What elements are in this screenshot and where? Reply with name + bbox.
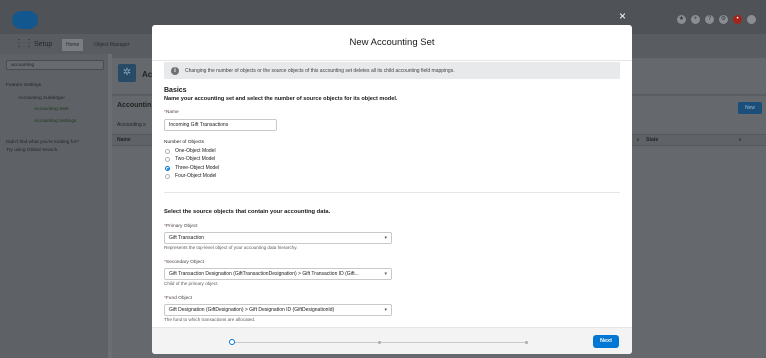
next-button[interactable]: Next	[593, 335, 619, 348]
primary-object-help: Represents the top-level object of your …	[164, 245, 298, 250]
radio-one-object[interactable]: One-Object Model	[165, 148, 216, 154]
secondary-object-help: Child of the primary object.	[164, 281, 219, 286]
sidebar-item-accounting-subledger[interactable]: Accounting Subledger	[18, 96, 65, 101]
primary-object-select[interactable]: Gift Transaction ▾	[164, 232, 392, 244]
primary-object-label: *Primary Object	[164, 224, 198, 229]
salesforce-logo-icon	[12, 11, 38, 29]
chevron-down-icon: ▾	[384, 307, 387, 313]
list-subtitle: Accounting s	[117, 122, 146, 128]
new-accounting-set-modal: New Accounting Set i Changing the number…	[152, 25, 632, 354]
quick-find-input[interactable]: accounting	[6, 60, 104, 70]
name-label: *Name	[164, 110, 179, 115]
secondary-object-select[interactable]: Gift Transaction Designation (GiftTransa…	[164, 268, 392, 280]
fund-object-help: The fund to which transactions are alloc…	[164, 317, 256, 322]
add-icon[interactable]: +	[691, 15, 700, 24]
column-chevron-icon[interactable]: ∨	[636, 137, 640, 143]
chevron-down-icon: ▾	[384, 271, 387, 277]
sidebar-hint-line1: Didn't find what you're looking for?	[6, 140, 80, 145]
info-banner: i Changing the number of objects or the …	[164, 62, 620, 79]
fund-object-label: *Fund Object	[164, 296, 193, 301]
help-icon[interactable]: ?	[705, 15, 714, 24]
column-name[interactable]: Name	[117, 137, 131, 143]
modal-title: New Accounting Set	[152, 25, 632, 61]
favorites-icon[interactable]: ★	[677, 15, 686, 24]
fund-object-select[interactable]: Gift Designation (GiftDesignation) > Gif…	[164, 304, 392, 316]
basics-heading: Basics	[164, 87, 187, 94]
page-title: Ac	[142, 70, 153, 79]
name-input[interactable]: Incoming Gift Transactions	[164, 119, 277, 131]
app-title: Setup	[34, 41, 53, 48]
info-icon: i	[171, 66, 179, 75]
gear-icon[interactable]: ⚙	[719, 15, 728, 24]
tab-home[interactable]: Home	[62, 39, 84, 51]
column-state-chevron-icon[interactable]: ∨	[738, 137, 742, 143]
section-divider	[164, 192, 620, 193]
app-launcher-icon[interactable]: ⋮⋮	[14, 38, 34, 49]
tab-object-manager[interactable]: Object Manager	[90, 39, 134, 51]
source-objects-heading: Select the source objects that contain y…	[164, 209, 331, 215]
radio-three-object[interactable]: Three-Object Model	[165, 165, 219, 171]
sidebar-item-accounting-sets[interactable]: Accounting Sets	[34, 107, 69, 112]
objects-label: Number of Objects	[164, 140, 204, 145]
radio-four-object[interactable]: Four-Object Model	[165, 173, 216, 179]
radio-two-object[interactable]: Two-Object Model	[165, 156, 215, 162]
column-state[interactable]: State	[646, 137, 658, 143]
close-icon[interactable]: ×	[619, 10, 626, 22]
list-title: Accountin	[117, 102, 152, 109]
secondary-object-label: *Secondary Object	[164, 260, 205, 265]
chevron-down-icon: ▾	[384, 235, 387, 241]
sidebar-item-accounting-settings[interactable]: Accounting Settings	[34, 119, 76, 124]
setup-gear-icon: ✲	[118, 64, 136, 82]
avatar[interactable]	[747, 15, 756, 24]
notifications-icon[interactable]: •	[733, 15, 742, 24]
sidebar-item-feature-settings[interactable]: Feature Settings	[6, 83, 41, 88]
new-button[interactable]: New	[738, 102, 762, 114]
progress-step-3[interactable]	[525, 341, 528, 344]
progress-step-current[interactable]	[229, 339, 235, 345]
progress-step-2[interactable]	[378, 341, 381, 344]
info-text: Changing the number of objects or the so…	[185, 67, 455, 74]
basics-description: Name your accounting set and select the …	[164, 96, 398, 102]
sidebar-hint-line2: Try using Global Search.	[6, 148, 59, 153]
modal-footer: Next	[152, 327, 632, 354]
global-actions: ★ + ? ⚙ •	[677, 15, 756, 24]
